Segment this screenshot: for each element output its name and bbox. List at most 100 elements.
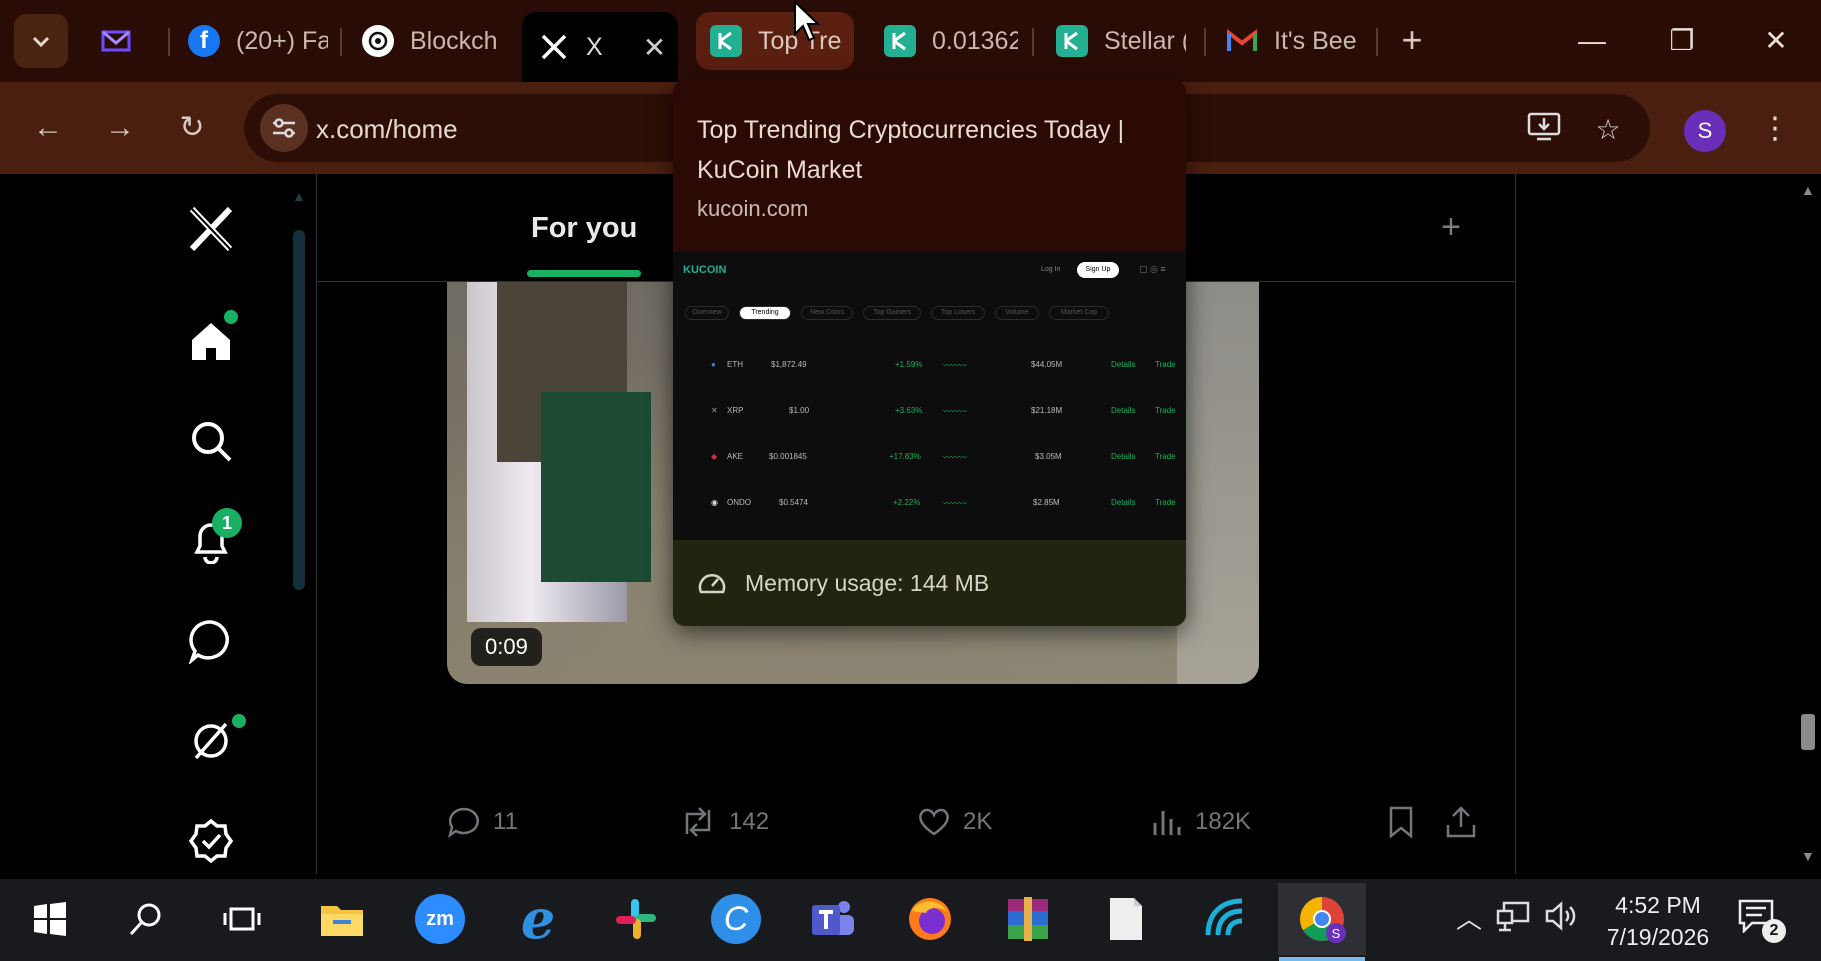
views-button[interactable]: 182K: [1151, 792, 1251, 852]
repost-button[interactable]: 142: [679, 792, 769, 852]
mouse-cursor-icon: [794, 0, 820, 42]
tab-label: It's Beer: [1274, 26, 1356, 55]
preview-tab: Overview: [685, 306, 729, 320]
preview-change: +2.22%: [893, 498, 921, 507]
kucoin-icon: [1056, 25, 1088, 57]
preview-details-link: Details: [1111, 360, 1136, 369]
profile-avatar[interactable]: S: [1684, 110, 1726, 152]
volume-icon[interactable]: [1544, 901, 1578, 937]
bookmark-star-icon[interactable]: ☆: [1590, 112, 1626, 148]
close-window-button[interactable]: ✕: [1746, 18, 1806, 64]
tab-separator: [1376, 28, 1378, 56]
task-view-icon[interactable]: [210, 887, 274, 951]
memory-usage-section: Memory usage: 144 MB: [673, 540, 1186, 626]
page-scrollbar[interactable]: ▲ ▼: [1796, 174, 1821, 879]
preview-trade-link: Trade: [1155, 498, 1176, 507]
ccleaner-icon[interactable]: C: [704, 887, 768, 951]
file-icon[interactable]: [1094, 887, 1158, 951]
like-count: 2K: [963, 808, 993, 835]
close-tab-icon[interactable]: ✕: [643, 31, 666, 64]
file-explorer-icon[interactable]: [310, 887, 374, 951]
preview-change: +1.59%: [895, 360, 923, 369]
zoom-icon[interactable]: zm: [408, 887, 472, 951]
system-clock[interactable]: 4:52 PM 7/19/2026: [1598, 889, 1718, 953]
sidebar-scrollbar[interactable]: ▲ ▼: [292, 188, 306, 896]
preview-coin: AKE: [727, 452, 744, 461]
gmail-icon: [1226, 25, 1258, 57]
preview-coin-row: ● ETH $1,872.49 +1.59% 〰〰〰 $44.05M Detai…: [673, 356, 1186, 376]
memory-usage-text: Memory usage: 144 MB: [745, 570, 990, 596]
tab-label: X: [586, 32, 603, 61]
scrollbar-thumb[interactable]: [1801, 714, 1815, 750]
scrollbar-thumb[interactable]: [293, 230, 305, 590]
tab-kucoin-stellar[interactable]: Stellar (: [1056, 12, 1186, 70]
preview-change: +17.83%: [889, 452, 921, 461]
reply-button[interactable]: 11: [447, 792, 518, 852]
proton-mail-icon: [100, 25, 132, 57]
winrar-icon[interactable]: [996, 887, 1060, 951]
show-hidden-icons-chevron-icon[interactable]: ︿: [1452, 901, 1486, 937]
tab-gmail[interactable]: It's Beer: [1226, 12, 1356, 70]
x-logo-icon[interactable]: [180, 198, 242, 260]
new-tab-button[interactable]: +: [1392, 20, 1432, 60]
video-frame-detail: [541, 392, 651, 582]
preview-tab: New Coins: [801, 306, 853, 320]
minimize-button[interactable]: —: [1562, 18, 1622, 64]
tab-x[interactable]: X ✕: [522, 12, 678, 82]
share-button[interactable]: [1445, 792, 1489, 852]
verified-icon[interactable]: [180, 810, 242, 872]
preview-sparkline: 〰〰〰: [943, 361, 967, 370]
ondo-coin-icon: ◉: [711, 498, 718, 507]
tab-blockchain[interactable]: Blockch: [362, 12, 496, 70]
forward-button[interactable]: →: [96, 104, 144, 152]
url-text[interactable]: x.com/home: [316, 114, 458, 145]
bookmark-button[interactable]: [1387, 792, 1427, 852]
screen: f (20+) Fa Blockch X ✕ Top Tre 0.01362 S…: [0, 0, 1821, 961]
search-icon[interactable]: [114, 887, 178, 951]
clock-time: 4:52 PM: [1615, 892, 1701, 918]
messages-icon[interactable]: [180, 610, 242, 672]
preview-trade-link: Trade: [1155, 406, 1176, 415]
chrome-icon[interactable]: S: [1278, 883, 1366, 955]
tab-search-button[interactable]: [14, 14, 68, 68]
network-icon[interactable]: [1496, 901, 1530, 937]
site-info-icon[interactable]: [260, 104, 308, 152]
chevron-down-icon: [32, 36, 50, 48]
add-tab-icon[interactable]: +: [1441, 208, 1461, 247]
like-button[interactable]: 2K: [917, 792, 992, 852]
windows-start-icon[interactable]: [18, 887, 82, 951]
xrp-coin-icon: ✕: [711, 406, 718, 415]
repost-icon: [685, 807, 711, 837]
internet-explorer-icon[interactable]: e: [506, 887, 570, 951]
reply-count: 11: [493, 808, 518, 835]
tab-kucoin-price[interactable]: 0.01362: [884, 12, 1018, 70]
back-button[interactable]: ←: [24, 104, 72, 152]
preview-price: $0.5474: [779, 498, 808, 507]
firefox-icon[interactable]: [898, 887, 962, 951]
teams-icon[interactable]: [800, 887, 864, 951]
kucoin-logo: KUCOIN: [683, 264, 727, 276]
preview-toolbar-icons: ▢ ◎ ≡: [1139, 264, 1166, 274]
preview-trade-link: Trade: [1155, 360, 1176, 369]
notification-count-badge: 2: [1762, 919, 1786, 943]
tab-kucoin-trending[interactable]: Top Tre: [696, 12, 854, 70]
tab-proton-mail[interactable]: [100, 12, 160, 70]
restore-button[interactable]: ❐: [1652, 18, 1712, 64]
slack-icon[interactable]: [604, 887, 668, 951]
tab-separator: [1032, 28, 1034, 56]
tab-for-you[interactable]: For you: [531, 212, 637, 245]
clock-date: 7/19/2026: [1606, 924, 1710, 950]
preview-tab: Market Cap: [1049, 306, 1109, 320]
browser-menu-icon[interactable]: ⋮: [1760, 104, 1790, 154]
install-app-icon[interactable]: [1526, 112, 1562, 148]
tab-facebook[interactable]: f (20+) Fa: [188, 12, 328, 70]
preview-volume: $3.05M: [1035, 452, 1062, 461]
reload-button[interactable]: ↻: [168, 104, 216, 152]
video-duration: 0:09: [471, 628, 542, 666]
preview-volume: $44.05M: [1031, 360, 1063, 369]
tab-separator: [168, 28, 170, 56]
notification-badge: 1: [212, 508, 242, 538]
search-icon[interactable]: [180, 410, 242, 472]
wireshark-icon[interactable]: [1192, 887, 1256, 951]
tab-separator: [1204, 28, 1206, 56]
